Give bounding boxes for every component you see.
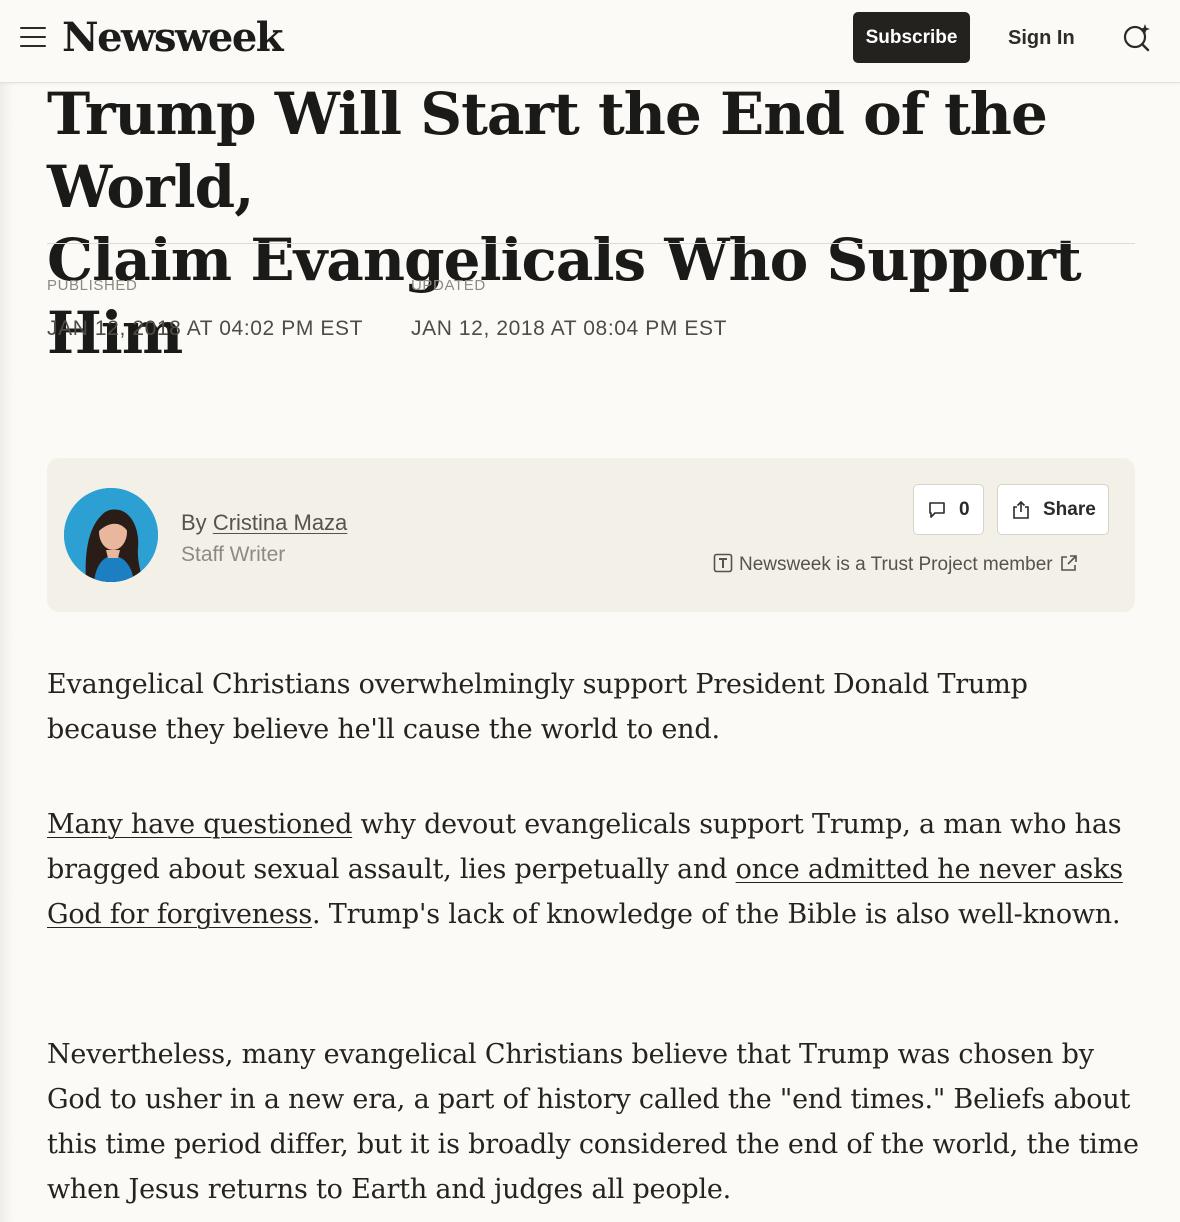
share-label: Share [1043,499,1096,520]
author-byline: By Cristina Maza [181,508,347,538]
updated-date: JAN 12, 2018 AT 08:04 PM EST [411,317,728,340]
paragraph-2-text-2: . Trump's lack of knowledge of the Bible… [312,899,1121,930]
headline-line-1: Trump Will Start the End of the World, [47,80,1048,221]
article-paragraph-1: Evangelical Christians overwhelmingly su… [47,669,1028,745]
author-role: Staff Writer [181,543,286,566]
left-edge-shadow [0,82,14,1222]
subscribe-button[interactable]: Subscribe [853,12,970,63]
hamburger-menu-icon[interactable] [20,27,46,49]
many-have-questioned-link[interactable]: Many have questioned [47,809,352,840]
site-header: Newsweek Subscribe Sign In [0,0,1180,83]
comments-button[interactable]: 0 [913,484,984,535]
search-sparkle-icon[interactable] [1122,22,1152,52]
author-avatar[interactable] [64,488,158,582]
byline-card: By Cristina Maza Staff Writer 0 Share Ne… [47,458,1135,612]
trust-project-text: Newsweek is a Trust Project member [739,554,1053,575]
published-label: PUBLISHED [47,277,138,294]
comment-bubble-icon [929,502,945,518]
trust-project-icon [713,553,733,573]
comment-count: 0 [959,499,970,520]
updated-label: UPDATED [411,277,486,294]
newsweek-logo[interactable]: Newsweek [62,12,284,64]
published-date: JAN 12, 2018 AT 04:02 PM EST [47,317,364,340]
headline-line-2: Claim Evangelicals Who Support Him [47,226,1082,367]
by-prefix: By [181,510,207,535]
article-paragraph-2: Many have questioned why devout evangeli… [47,802,1142,937]
article-paragraph-3: Nevertheless, many evangelical Christian… [47,1039,1139,1205]
external-link-icon [1060,555,1077,571]
author-name-link[interactable]: Cristina Maza [213,510,347,535]
headline-divider [47,243,1135,244]
trust-project-link[interactable]: Newsweek is a Trust Project member [713,552,1078,578]
share-button[interactable]: Share [997,484,1109,535]
sign-in-link[interactable]: Sign In [1008,24,1075,52]
share-icon [1013,500,1029,519]
